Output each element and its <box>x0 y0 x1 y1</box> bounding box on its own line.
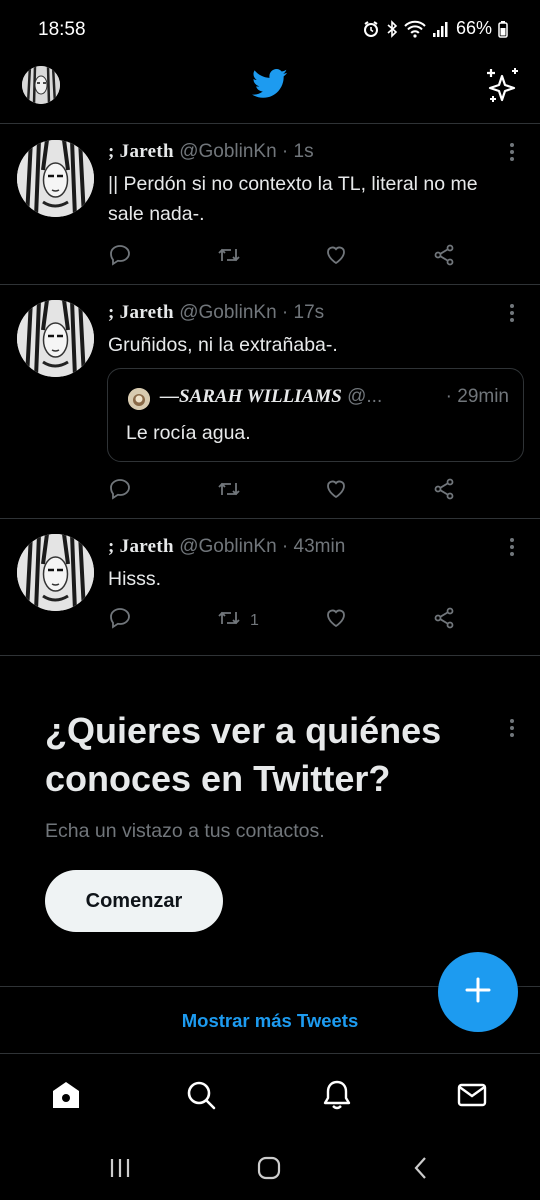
avatar[interactable] <box>17 300 94 377</box>
tweet-header: ; Jareth @GoblinKn · 1s <box>108 141 314 163</box>
reply-icon[interactable] <box>108 477 132 501</box>
battery-percent: 66% <box>455 18 492 38</box>
status-icons: 66% <box>362 18 508 39</box>
recent-apps-icon[interactable] <box>100 1153 140 1183</box>
alarm-icon <box>362 20 380 38</box>
tweet-time[interactable]: 17s <box>294 302 325 323</box>
tweet-text: Hisss. <box>108 568 162 590</box>
retweet-count: 1 <box>250 611 259 629</box>
tweet[interactable]: ; Jareth @GoblinKn · 1s || Perdón si no … <box>0 124 540 285</box>
quote-text: Le rocía agua. <box>126 422 251 444</box>
system-nav-bar <box>0 1135 540 1200</box>
author-handle[interactable]: @GoblinKn <box>179 302 276 323</box>
separator: · <box>281 141 289 162</box>
plus-icon <box>464 976 492 1009</box>
sparkle-icon[interactable] <box>482 66 522 111</box>
retweet-icon[interactable] <box>216 243 242 267</box>
quoted-tweet[interactable]: —SARAH WILLIAMS @... · 29min Le rocía ag… <box>107 368 524 462</box>
like-icon[interactable] <box>324 477 348 501</box>
notifications-icon[interactable] <box>317 1075 357 1115</box>
more-options-icon[interactable] <box>510 143 516 164</box>
signal-icon <box>432 20 448 38</box>
author-name[interactable]: ; Jareth <box>108 302 174 323</box>
tweet[interactable]: ; Jareth @GoblinKn · 43min Hisss. 1 <box>0 519 540 656</box>
promo-title: ¿Quieres ver a quiénes conoces en Twitte… <box>45 710 442 799</box>
start-button[interactable]: Comenzar <box>45 870 223 932</box>
like-icon[interactable] <box>324 606 348 630</box>
author-name[interactable]: ; Jareth <box>108 536 174 557</box>
quote-author-name: —SARAH WILLIAMS <box>160 386 342 407</box>
author-handle[interactable]: @GoblinKn <box>179 141 276 162</box>
author-handle[interactable]: @GoblinKn <box>179 536 276 557</box>
top-bar <box>0 60 540 124</box>
avatar[interactable] <box>17 534 94 611</box>
share-icon[interactable] <box>432 477 456 501</box>
tweet-header: ; Jareth @GoblinKn · 17s <box>108 302 324 324</box>
quote-header: —SARAH WILLIAMS @... <box>160 386 382 408</box>
twitter-bird-icon[interactable] <box>252 68 288 105</box>
tweet[interactable]: ; Jareth @GoblinKn · 17s Gruñidos, ni la… <box>0 285 540 519</box>
bluetooth-icon <box>386 19 398 38</box>
retweet-icon <box>216 606 242 635</box>
reply-icon[interactable] <box>108 243 132 267</box>
quote-time: · 29min <box>445 386 509 407</box>
bottom-nav <box>0 1055 540 1135</box>
like-icon[interactable] <box>324 243 348 267</box>
battery-icon <box>498 20 508 38</box>
avatar[interactable] <box>17 140 94 217</box>
share-icon[interactable] <box>432 606 456 630</box>
tweet-actions <box>108 477 488 507</box>
more-options-icon[interactable] <box>510 304 516 325</box>
separator: · <box>281 536 289 557</box>
home-icon[interactable] <box>46 1075 86 1115</box>
retweet-button[interactable]: 1 <box>216 606 259 635</box>
more-options-icon[interactable] <box>510 719 516 740</box>
share-icon[interactable] <box>432 243 456 267</box>
author-name[interactable]: ; Jareth <box>108 141 174 162</box>
retweet-icon[interactable] <box>216 477 242 501</box>
reply-icon[interactable] <box>108 606 132 630</box>
back-icon[interactable] <box>401 1153 441 1183</box>
promo-subtitle: Echa un vistazo a tus contactos. <box>45 820 325 842</box>
tweet-time[interactable]: 1s <box>294 141 314 162</box>
wifi-icon <box>404 20 426 38</box>
status-time: 18:58 <box>38 19 86 40</box>
compose-tweet-button[interactable] <box>438 952 518 1032</box>
tweet-actions: 1 <box>108 606 488 636</box>
tweet-text: || Perdón si no contexto la TL, literal … <box>108 173 478 225</box>
status-bar: 18:58 66% <box>0 0 540 60</box>
separator: · <box>281 302 289 323</box>
find-contacts-prompt: ¿Quieres ver a quiénes conoces en Twitte… <box>0 657 540 987</box>
tweet-actions <box>108 243 488 273</box>
tweet-text: Gruñidos, ni la extrañaba-. <box>108 334 338 356</box>
profile-avatar[interactable] <box>22 66 60 104</box>
quote-author-handle: @... <box>347 386 383 407</box>
tweet-time[interactable]: 43min <box>294 536 346 557</box>
home-button-icon[interactable] <box>249 1153 289 1183</box>
quote-avatar <box>128 388 150 410</box>
more-options-icon[interactable] <box>510 538 516 559</box>
tweet-header: ; Jareth @GoblinKn · 43min <box>108 536 345 558</box>
messages-icon[interactable] <box>452 1075 492 1115</box>
search-icon[interactable] <box>181 1075 221 1115</box>
